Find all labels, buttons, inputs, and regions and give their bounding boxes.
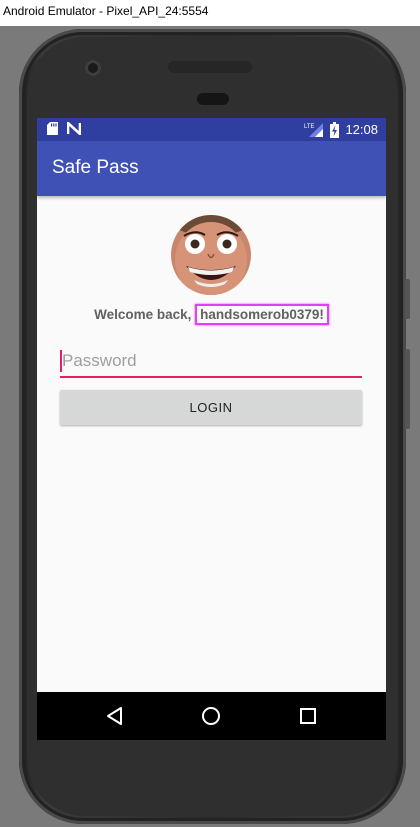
username-label: handsomerob0379! [195,304,329,325]
app-title: Safe Pass [52,157,139,178]
password-input[interactable] [60,346,362,378]
welcome-message: Welcome back, handsomerob0379! [37,304,386,325]
navigation-bar [37,692,386,740]
login-button[interactable]: LOGIN [60,390,362,425]
home-icon[interactable] [199,704,223,728]
emulator-window-title: Android Emulator - Pixel_API_24:5554 [0,0,420,26]
front-camera [85,60,101,76]
sensor-grille [168,61,252,73]
back-icon[interactable] [103,704,127,728]
n-notification-icon [67,122,81,135]
lte-signal-icon: LTE [304,122,324,137]
app-toolbar: Safe Pass [37,141,386,196]
recents-icon[interactable] [296,704,320,728]
battery-charging-icon [330,121,340,138]
svg-text:LTE: LTE [304,124,315,130]
sd-card-icon [47,122,58,135]
status-bar: LTE 12:08 [37,118,386,141]
earpiece-speaker [197,93,229,105]
text-cursor [60,350,62,372]
status-time: 12:08 [345,122,378,137]
volume-button[interactable] [405,279,410,319]
welcome-prefix: Welcome back, [94,307,196,322]
power-button[interactable] [405,349,410,429]
device-screen: LTE 12:08 Safe Pass Welcome back, handso… [37,118,386,740]
user-avatar [171,215,251,295]
